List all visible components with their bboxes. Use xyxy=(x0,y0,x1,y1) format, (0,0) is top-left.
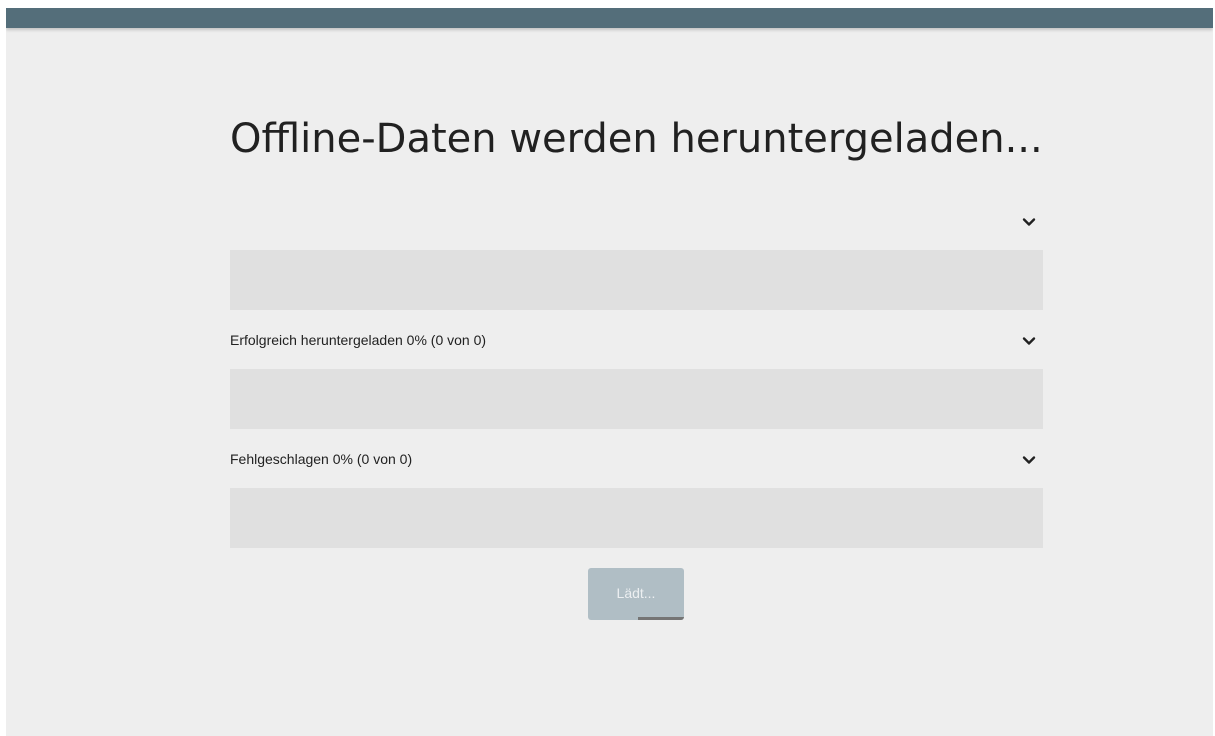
section-label: Erfolgreich heruntergeladen 0% (0 von 0) xyxy=(230,332,487,348)
button-label: Lädt... xyxy=(616,585,656,601)
page-title: Offline-Daten werden heruntergeladen... xyxy=(230,116,1043,162)
section-pending xyxy=(230,207,1043,310)
section-header[interactable]: Fehlgeschlagen 0% (0 von 0) xyxy=(230,445,1043,475)
section-header[interactable]: Erfolgreich heruntergeladen 0% (0 von 0) xyxy=(230,326,1043,356)
section-content xyxy=(230,250,1043,310)
chevron-down-icon[interactable] xyxy=(1019,212,1039,232)
top-bar xyxy=(6,8,1213,28)
chevron-down-icon[interactable] xyxy=(1019,450,1039,470)
section-failed: Fehlgeschlagen 0% (0 von 0) xyxy=(230,445,1043,548)
section-content xyxy=(230,369,1043,429)
progress-indicator xyxy=(638,617,684,620)
loading-button[interactable]: Lädt... xyxy=(588,568,684,620)
chevron-down-icon[interactable] xyxy=(1019,331,1039,351)
section-content xyxy=(230,488,1043,548)
section-label: Fehlgeschlagen 0% (0 von 0) xyxy=(230,451,413,467)
section-succeeded: Erfolgreich heruntergeladen 0% (0 von 0) xyxy=(230,326,1043,429)
app-window: Offline-Daten werden heruntergeladen... … xyxy=(6,8,1213,736)
section-header[interactable] xyxy=(230,207,1043,237)
